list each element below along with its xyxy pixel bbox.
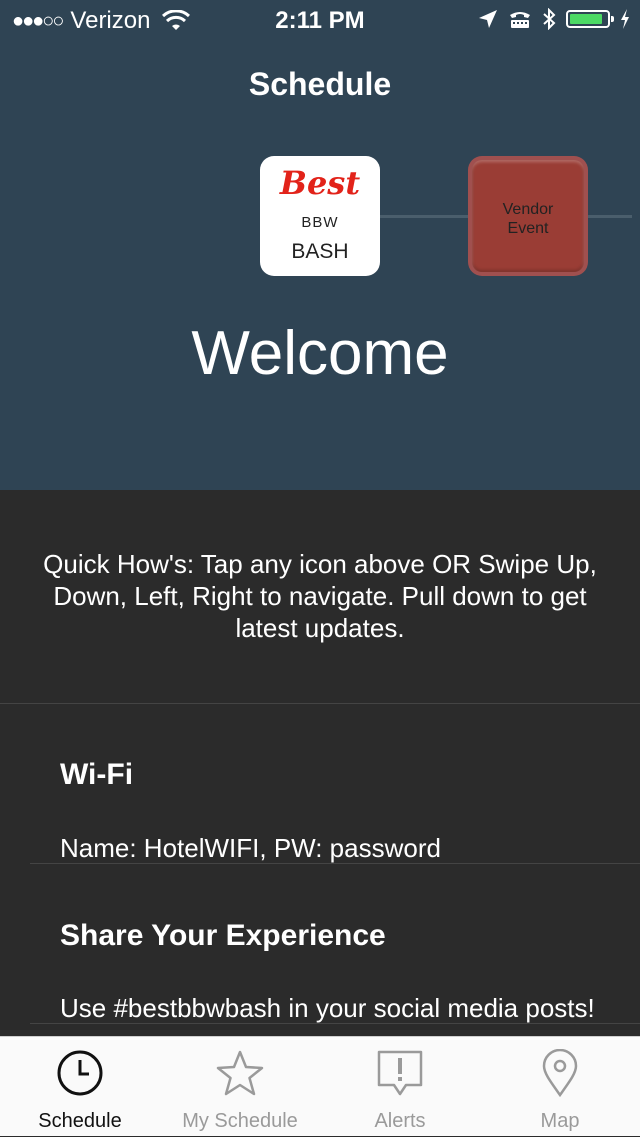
share-details: Use #bestbbwbash in your social media po… (60, 993, 595, 1023)
divider (0, 703, 640, 704)
tab-label: Map (540, 1110, 580, 1132)
vendor-event-tile[interactable]: Vendor Event (468, 156, 588, 276)
welcome-heading: Welcome (191, 319, 449, 388)
tab-label: My Schedule (182, 1110, 298, 1132)
share-heading: Share Your Experience (60, 919, 386, 952)
status-right (478, 8, 630, 30)
page-title: Schedule (248, 66, 392, 102)
event-logo-tile[interactable]: Best BBW BASH (260, 156, 380, 276)
location-icon (479, 10, 497, 28)
tab-alerts[interactable]: Alerts (320, 1037, 480, 1137)
quick-hows-text: Quick How's: Tap any icon above OR Swipe… (43, 549, 597, 643)
wifi-details: Name: HotelWIFI, PW: password (60, 833, 441, 863)
battery-icon (566, 10, 614, 28)
tab-my-schedule[interactable]: My Schedule (160, 1037, 320, 1137)
vendor-line-1: Vendor (502, 201, 554, 218)
header-area: ●●●○○ Verizon 2:11 PM Schedule Best BBW … (0, 0, 640, 490)
tty-icon (510, 12, 530, 28)
tab-bar: Schedule My Schedule Alerts Map (0, 1036, 640, 1136)
status-bar: ●●●○○ Verizon 2:11 PM (0, 0, 640, 40)
bluetooth-icon (543, 8, 556, 30)
logo-bash-text: BASH (291, 240, 349, 263)
star-icon (216, 1050, 264, 1096)
tab-label: Schedule (38, 1110, 122, 1132)
divider (30, 863, 640, 864)
clock-icon (57, 1050, 103, 1096)
vendor-line-2: Event (507, 220, 549, 237)
alert-bubble-icon (377, 1050, 423, 1096)
map-pin-icon (542, 1049, 578, 1097)
tab-map[interactable]: Map (480, 1037, 640, 1137)
tab-schedule[interactable]: Schedule (0, 1037, 160, 1137)
logo-bbw-text: BBW (301, 214, 339, 231)
logo-best-text: Best (279, 164, 361, 202)
battery-fill (570, 14, 602, 24)
battery-cap (611, 16, 614, 22)
wifi-heading: Wi-Fi (60, 758, 134, 791)
vendor-event-button: Vendor Event (472, 160, 584, 272)
divider (30, 1023, 640, 1024)
tab-label: Alerts (374, 1110, 426, 1132)
charging-icon (621, 9, 629, 29)
